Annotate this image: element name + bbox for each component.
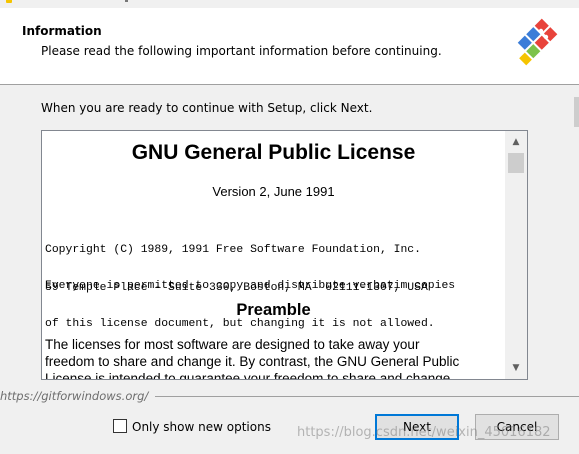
permission-line: Everyone is permitted to copy and distri… [45,280,456,292]
preamble-paragraph: The licenses for most software are desig… [45,336,505,379]
outer-scrollbar-thumb[interactable] [574,97,579,127]
preamble-line: freedom to share and change it. By contr… [45,354,460,369]
scroll-up-icon[interactable]: ▲ [505,133,527,151]
license-title: GNU General Public License [131,141,416,164]
license-content: GNU General Public License Version 2, Ju… [42,131,505,379]
wizard-header: Information Please read the following im… [0,8,579,85]
window-top-strip [0,0,579,8]
only-show-new-options-checkbox[interactable] [113,419,127,433]
license-memo[interactable]: GNU General Public License Version 2, Ju… [41,130,528,380]
scroll-down-icon[interactable]: ▼ [505,359,527,377]
git-logo-icon [517,18,558,66]
watermark-text: https://blog.csdn.net/weixin_45016182 [297,425,551,440]
footer-divider [155,396,579,397]
project-url-link[interactable]: https://gitforwindows.org/ [0,389,148,403]
scrollbar-thumb[interactable] [508,153,524,173]
intro-text: When you are ready to continue with Setu… [41,101,373,115]
page-subtitle: Please read the following important info… [41,44,442,58]
preamble-line: The licenses for most software are desig… [45,337,420,352]
page-title: Information [22,24,102,38]
preamble-line: License is intended to guarantee your fr… [45,371,451,379]
license-scrollbar[interactable]: ▲ ▼ [505,131,527,379]
title-bar-fragment [125,0,128,2]
license-version: Version 2, June 1991 [212,184,335,199]
checkbox-label[interactable]: Only show new options [132,420,271,434]
preamble-heading: Preamble [236,301,311,319]
title-bar-icon [6,0,12,3]
